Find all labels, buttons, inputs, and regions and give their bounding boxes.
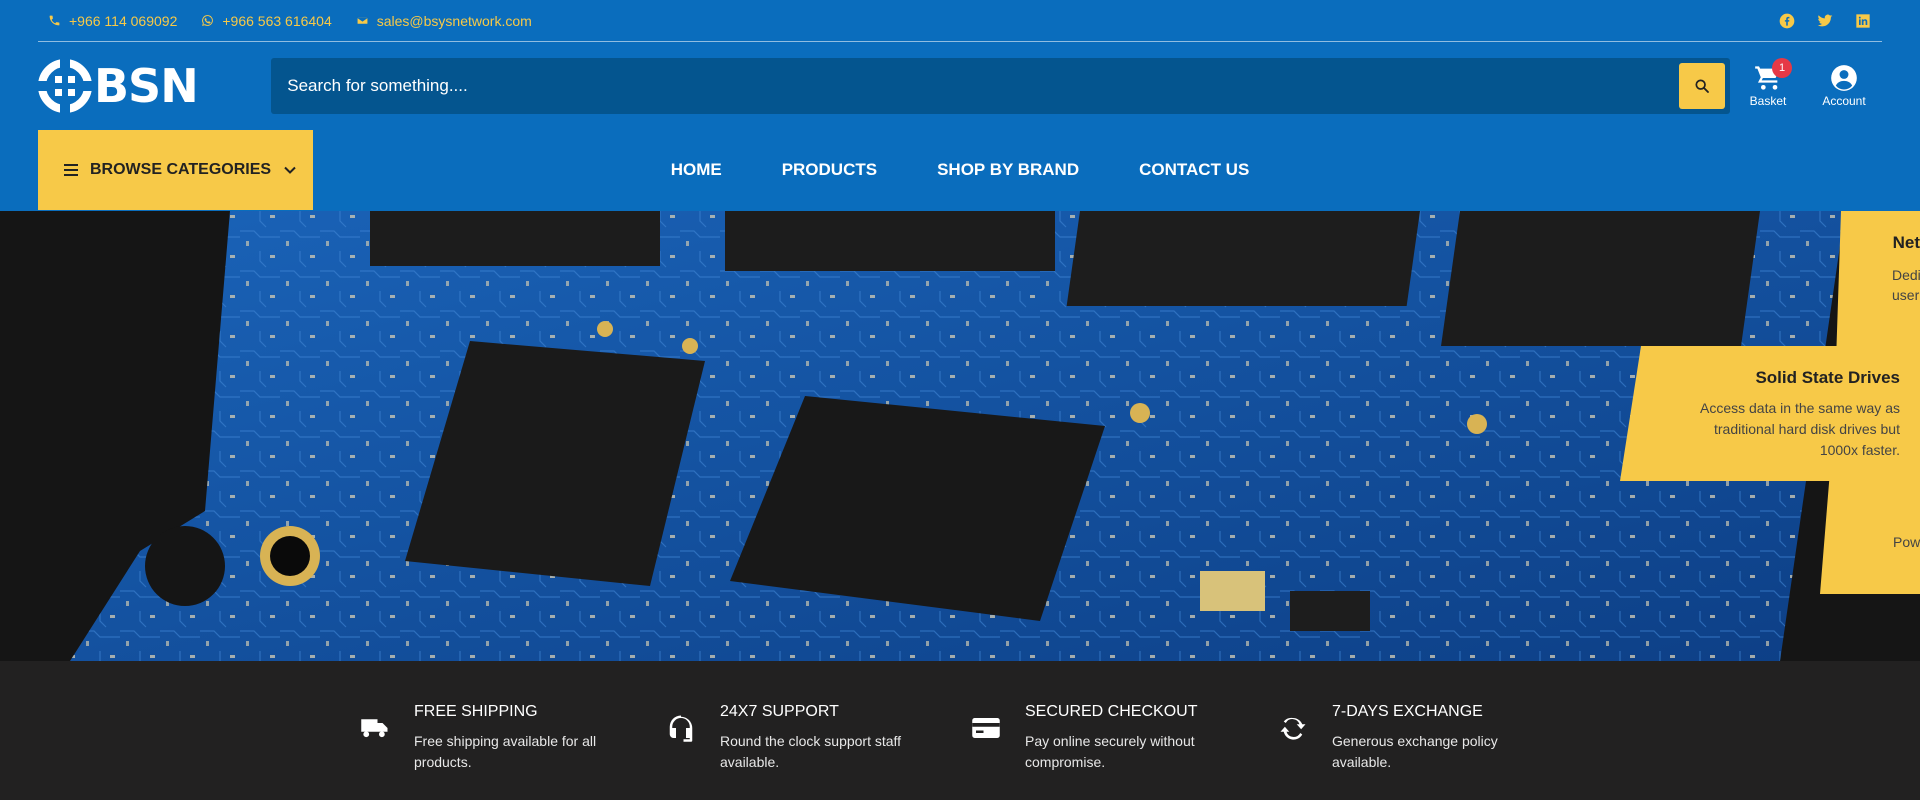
- header-actions: 1 Basket Account: [1730, 58, 1882, 108]
- feature-desc-line1: Free shipping available for all: [414, 733, 597, 749]
- feature-desc-line2: available.: [720, 754, 780, 770]
- facebook-icon[interactable]: [1778, 12, 1796, 30]
- phone-contact[interactable]: +966 114 069092: [48, 13, 177, 29]
- basket-label: Basket: [1749, 94, 1787, 108]
- promo-card-text: Access data in the same way as tradition…: [1700, 400, 1900, 458]
- hamburger-icon: [64, 164, 78, 176]
- nav-products[interactable]: PRODUCTS: [782, 160, 877, 180]
- feature-desc-line1: Generous exchange policy: [1332, 733, 1498, 749]
- phone-icon: [49, 15, 60, 26]
- feature-title: 7-DAYS EXCHANGE: [1332, 703, 1483, 720]
- phone-number: +966 114 069092: [69, 12, 178, 29]
- nav-home[interactable]: HOME: [671, 160, 722, 180]
- promo-card-title: Net: [1892, 233, 1920, 252]
- feature-desc-line2: products.: [414, 754, 472, 770]
- search-bar: [271, 58, 1730, 114]
- feature-title: 24X7 SUPPORT: [720, 703, 839, 720]
- feature-title: FREE SHIPPING: [414, 703, 538, 720]
- nav-shop-by-brand[interactable]: SHOP BY BRAND: [937, 160, 1079, 180]
- headset-icon: [669, 715, 693, 742]
- email-contact[interactable]: sales@bsysnetwork.com: [356, 13, 532, 29]
- feature-desc-line2: available.: [1332, 754, 1392, 770]
- feature-desc-line1: Pay online securely without: [1025, 733, 1195, 749]
- credit-card-icon: [972, 718, 1000, 738]
- whatsapp-icon: [202, 15, 214, 26]
- feature-title: SECURED CHECKOUT: [1025, 703, 1198, 720]
- twitter-icon[interactable]: [1816, 12, 1834, 30]
- promo-card-ssd[interactable]: Solid State Drives Access data in the sa…: [1620, 346, 1920, 481]
- contact-list: +966 114 069092 +966 563 616404 sales@bs…: [38, 13, 532, 29]
- hero-banner: Net Dedica user Pow Solid State Drives A…: [0, 211, 1920, 661]
- search-input[interactable]: [287, 76, 1679, 96]
- promo-card-title: Solid State Drives: [1755, 368, 1900, 387]
- truck-icon: [361, 719, 388, 738]
- envelope-icon: [356, 16, 369, 25]
- account-label: Account: [1822, 94, 1866, 108]
- feature-exchange: 7-DAYS EXCHANGE Generous exchange policy…: [1278, 703, 1498, 773]
- search-button[interactable]: [1679, 63, 1725, 109]
- logo-mark-icon: [38, 59, 92, 113]
- feature-support: 24X7 SUPPORT Round the clock support sta…: [666, 703, 901, 773]
- email-address: sales@bsysnetwork.com: [376, 12, 532, 29]
- exchange-icon: [1280, 717, 1306, 740]
- feature-secured-checkout: SECURED CHECKOUT Pay online securely wit…: [971, 703, 1197, 773]
- account-button[interactable]: Account: [1806, 64, 1882, 108]
- whatsapp-number: +966 563 616404: [222, 12, 332, 29]
- site-header: BSN 1 Basket Account: [38, 56, 1882, 116]
- user-circle-icon: [1831, 65, 1857, 91]
- basket-button[interactable]: 1 Basket: [1730, 58, 1806, 108]
- linkedin-icon[interactable]: [1854, 12, 1872, 30]
- feature-free-shipping: FREE SHIPPING Free shipping available fo…: [360, 703, 596, 773]
- top-bar: +966 114 069092 +966 563 616404 sales@bs…: [38, 0, 1882, 42]
- feature-desc-line1: Round the clock support staff: [720, 733, 902, 749]
- chevron-down-icon: [284, 166, 296, 174]
- social-links: [1778, 12, 1882, 30]
- browse-categories-button[interactable]: BROWSE CATEGORIES: [38, 130, 313, 210]
- site-logo[interactable]: BSN: [38, 56, 233, 116]
- nav-contact-us[interactable]: CONTACT US: [1139, 160, 1249, 180]
- search-icon: [1695, 79, 1709, 93]
- browse-categories-label: BROWSE CATEGORIES: [90, 161, 272, 178]
- promo-card-subtext: Pow: [1893, 534, 1920, 550]
- promo-card-text: Dedica user: [1892, 267, 1920, 303]
- features-strip: FREE SHIPPING Free shipping available fo…: [0, 661, 1920, 800]
- basket-count-badge: 1: [1772, 58, 1792, 78]
- feature-desc-line2: compromise.: [1025, 754, 1106, 770]
- whatsapp-contact[interactable]: +966 563 616404: [201, 12, 332, 29]
- logo-text: BSN: [94, 59, 199, 113]
